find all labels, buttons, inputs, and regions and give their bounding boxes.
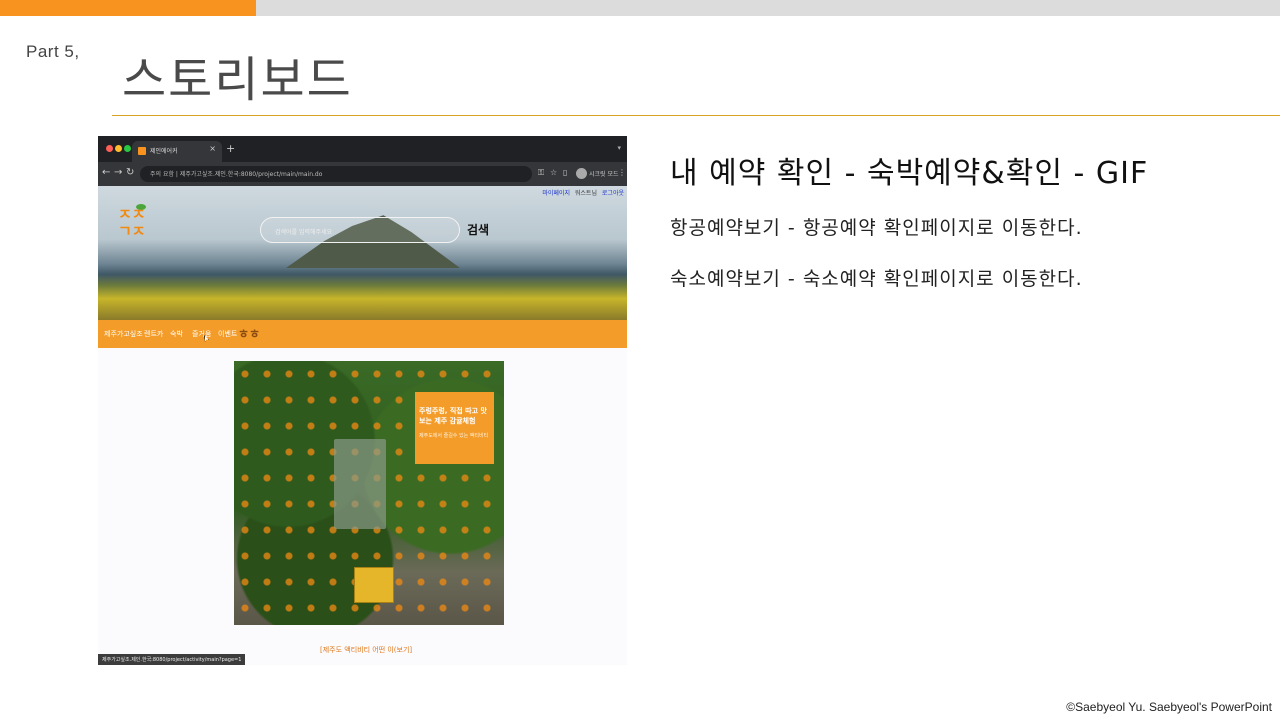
nav-item-fun[interactable]: 즐거움 xyxy=(192,329,211,339)
profile-label: 시크릿 모드 xyxy=(589,171,619,178)
logout-link[interactable]: 로그아웃 xyxy=(602,190,624,197)
favicon-icon xyxy=(138,147,146,155)
nav-logo-mark[interactable]: ㅎㅎ xyxy=(238,325,260,342)
browser-screenshot: 제인에어커 × + ▾ ← → ↻ 주의 요함 | 제주가고싶조.제인.한국:8… xyxy=(98,136,627,665)
new-tab-button[interactable]: + xyxy=(226,142,235,155)
window-close-dot[interactable] xyxy=(106,145,113,152)
url-text: 주의 요함 | 제주가고싶조.제인.한국:8080/project/main/m… xyxy=(150,171,323,178)
browser-tab[interactable]: 제인에어커 × xyxy=(132,141,222,162)
site-hero-banner: 마이페이지 워스트님 로그아웃 ㅈㅈ ㄱㅈ 검색어를 입력해주세요 검색 xyxy=(98,186,627,320)
user-name: 워스트님 xyxy=(574,190,597,197)
site-logo[interactable]: ㅈㅈ ㄱㅈ xyxy=(118,206,152,240)
nav-item-rentcar[interactable]: 렌트카 xyxy=(144,329,163,339)
nav-item-stay[interactable]: 숙박 xyxy=(170,329,183,339)
window-maximize-dot[interactable] xyxy=(124,145,131,152)
tab-close-icon[interactable]: × xyxy=(209,144,216,153)
site-nav: 제주가고싶조 렌트카 숙박 즐거움 이벤트 ㅎㅎ xyxy=(98,320,627,348)
promo-title: 주렁주렁, 직접 따고 맛보는 제주 감귤체험 xyxy=(419,407,487,425)
profile-avatar[interactable] xyxy=(576,168,587,179)
section-heading: 내 예약 확인 - 숙박예약&확인 - GIF xyxy=(670,156,1149,191)
part-label: Part 5, xyxy=(26,42,80,61)
copyright-text: ©Saebyeol Yu. Saebyeol's PowerPoint xyxy=(1066,700,1272,714)
site-util-links: 마이페이지 워스트님 로그아웃 xyxy=(539,188,624,197)
search-placeholder: 검색어를 입력해주세요 xyxy=(275,229,333,236)
forward-icon[interactable]: → xyxy=(114,167,122,178)
tab-search-icon[interactable]: ▾ xyxy=(617,144,621,152)
promo-card[interactable]: 주렁주렁, 직접 따고 맛보는 제주 감귤체험 제주도에서 즐길수 있는 액티비… xyxy=(415,392,494,464)
mypage-link[interactable]: 마이페이지 xyxy=(542,190,570,197)
nav-item-home[interactable]: 제주가고싶조 xyxy=(104,329,143,339)
site-content: 주렁주렁, 직접 따고 맛보는 제주 감귤체험 제주도에서 즐길수 있는 액티비… xyxy=(98,348,627,665)
orchard-promo-image[interactable]: 주렁주렁, 직접 따고 맛보는 제주 감귤체험 제주도에서 즐길수 있는 액티비… xyxy=(234,361,504,625)
top-grey-bar xyxy=(256,0,1280,16)
orange-crate xyxy=(354,567,394,603)
star-icon[interactable]: ☆ xyxy=(550,168,557,177)
reload-icon[interactable]: ↻ xyxy=(126,167,134,178)
menu-icon[interactable]: ⋮ xyxy=(618,168,626,177)
key-icon[interactable]: ⚿ xyxy=(538,168,544,178)
browser-tabstrip: 제인에어커 × + ▾ xyxy=(98,136,627,162)
window-minimize-dot[interactable] xyxy=(115,145,122,152)
back-icon[interactable]: ← xyxy=(102,167,110,178)
flight-reservation-desc: 항공예약보기 - 항공예약 확인페이지로 이동한다. xyxy=(670,217,1083,239)
promo-subtitle: 제주도에서 즐길수 있는 액티비티 xyxy=(419,433,489,439)
top-accent-bar xyxy=(0,0,256,16)
browser-toolbar: ← → ↻ 주의 요함 | 제주가고싶조.제인.한국:8080/project/… xyxy=(98,162,627,186)
activity-more-link[interactable]: [제주도 액티비티 어떤 이(보기] xyxy=(320,645,412,655)
address-bar[interactable]: 주의 요함 | 제주가고싶조.제인.한국:8080/project/main/m… xyxy=(140,166,532,182)
title-divider xyxy=(112,115,1280,116)
orchard-gate xyxy=(334,439,386,529)
slide-title: 스토리보드 xyxy=(122,52,353,108)
status-bar-url: 제주가고싶조.제인.한국:8080/project/activity/main?… xyxy=(98,654,246,665)
nav-item-event[interactable]: 이벤트 xyxy=(218,329,237,339)
tab-title: 제인에어커 xyxy=(150,148,178,155)
site-search-input[interactable]: 검색어를 입력해주세요 xyxy=(260,217,460,243)
lodging-reservation-desc: 숙소예약보기 - 숙소예약 확인페이지로 이동한다. xyxy=(670,268,1083,290)
site-search-button[interactable]: 검색 xyxy=(467,221,489,238)
sidebar-icon[interactable]: ▯ xyxy=(563,168,567,177)
